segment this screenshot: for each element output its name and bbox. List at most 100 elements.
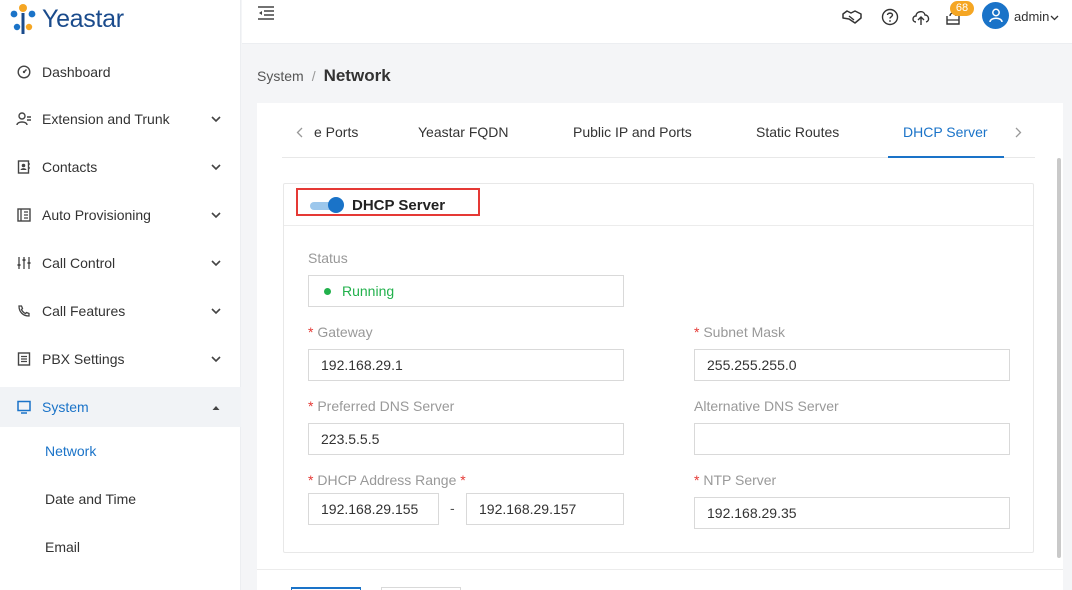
tab-yeastar-fqdn[interactable]: Yeastar FQDN — [418, 124, 509, 140]
sidebar-item-pbx-settings[interactable]: PBX Settings — [0, 339, 241, 379]
sidebar-item-label: PBX Settings — [42, 351, 125, 367]
gateway-label-text: Gateway — [317, 324, 373, 340]
sidebar-subitem-email[interactable]: Email — [0, 527, 241, 567]
sidebar-item-auto-provisioning[interactable]: Auto Provisioning — [0, 195, 241, 235]
provisioning-icon — [16, 207, 32, 223]
cloud-upload-icon[interactable] — [911, 7, 931, 27]
sidebar-item-extension-and-trunk[interactable]: Extension and Trunk — [0, 99, 241, 139]
sidebar-item-system[interactable]: System — [0, 387, 241, 427]
alternative-dns-label: Alternative DNS Server — [694, 398, 839, 414]
subnet-mask-input[interactable] — [694, 349, 1010, 381]
yeastar-logo-icon — [10, 4, 36, 34]
dhcp-address-range-label-text: DHCP Address Range — [317, 472, 457, 488]
breadcrumb-separator: / — [311, 68, 316, 84]
sidebar-item-call-control[interactable]: Call Control — [0, 243, 241, 283]
network-panel: e Ports Yeastar FQDN Public IP and Ports… — [257, 103, 1063, 590]
collapse-menu-icon[interactable] — [258, 6, 274, 20]
required-mark: * — [694, 324, 700, 340]
footer-divider — [257, 569, 1063, 570]
contacts-icon — [16, 159, 32, 175]
range-start-input[interactable] — [308, 493, 439, 525]
preferred-dns-label-text: Preferred DNS Server — [317, 398, 455, 414]
network-tabs: e Ports Yeastar FQDN Public IP and Ports… — [282, 103, 1035, 158]
chevron-down-icon — [1050, 15, 1059, 21]
subnet-mask-label-text: Subnet Mask — [703, 324, 786, 340]
required-mark: * — [308, 472, 314, 488]
sidebar-item-label: System — [42, 399, 89, 415]
pbx-settings-icon — [16, 351, 32, 367]
dhcp-server-toggle[interactable] — [310, 197, 344, 213]
sidebar-item-contacts[interactable]: Contacts — [0, 147, 241, 187]
sidebar-subitem-label: Email — [45, 539, 81, 555]
sidebar-item-label: Auto Provisioning — [42, 207, 151, 223]
ntp-server-label-text: NTP Server — [703, 472, 777, 488]
sidebar-subitem-label: Network — [45, 443, 97, 459]
chevron-down-icon — [210, 257, 222, 269]
chevron-down-icon — [210, 209, 222, 221]
required-mark: * — [460, 472, 466, 488]
chevron-down-icon — [210, 305, 222, 317]
yeastar-logo[interactable]: Yeastar — [8, 2, 124, 36]
dhcp-server-title: DHCP Server — [352, 197, 446, 214]
sidebar-subitem-date-and-time[interactable]: Date and Time — [0, 479, 241, 519]
dhcp-server-card-header: DHCP Server — [284, 184, 1033, 226]
brand-name: Yeastar — [42, 4, 124, 33]
active-tab-indicator — [888, 156, 1004, 158]
notification-badge: 68 — [950, 1, 974, 16]
scrollbar[interactable] — [1057, 158, 1061, 558]
username: admin — [1014, 9, 1050, 24]
chevron-down-icon — [210, 353, 222, 365]
preferred-dns-label: * Preferred DNS Server — [308, 398, 454, 414]
ntp-server-label: * NTP Server — [694, 472, 776, 488]
status-value: Running — [342, 283, 395, 299]
subnet-mask-label: * Subnet Mask — [694, 324, 785, 340]
sidebar-item-label: Call Control — [42, 255, 116, 271]
tab-dhcp-server[interactable]: DHCP Server — [903, 124, 988, 140]
preferred-dns-input[interactable] — [308, 423, 624, 455]
page-title: Network — [323, 66, 391, 85]
sidebar-subitem-network[interactable]: Network — [0, 431, 241, 471]
sidebar-item-call-features[interactable]: Call Features — [0, 291, 241, 331]
sidebar-item-label: Call Features — [42, 303, 126, 319]
help-icon[interactable] — [880, 7, 900, 27]
system-icon — [16, 399, 32, 415]
sidebar-item-dashboard[interactable]: Dashboard — [0, 52, 241, 92]
sidebar-item-label: Dashboard — [42, 64, 111, 80]
chevron-down-icon — [210, 161, 222, 173]
breadcrumb: System / Network — [257, 66, 391, 86]
sidebar-item-label: Extension and Trunk — [42, 111, 170, 127]
range-separator: - — [450, 500, 455, 516]
status-indicator-icon — [324, 288, 331, 295]
tab-static-routes[interactable]: Static Routes — [756, 124, 839, 140]
gateway-label: * Gateway — [308, 324, 373, 340]
sidebar-subitem-label: Date and Time — [45, 491, 137, 507]
call-features-icon — [16, 303, 32, 319]
top-header: 68 admin — [242, 0, 1072, 44]
tab-public-ip-and-ports[interactable]: Public IP and Ports — [573, 124, 692, 140]
alternative-dns-input[interactable] — [694, 423, 1010, 455]
avatar[interactable] — [982, 2, 1009, 29]
call-control-icon — [16, 255, 32, 271]
username-menu[interactable]: admin — [1014, 9, 1059, 24]
handshake-icon[interactable] — [842, 7, 862, 27]
status-field: Running — [308, 275, 624, 307]
chevron-up-icon — [210, 401, 222, 413]
tab-ports[interactable]: e Ports — [314, 124, 358, 140]
range-end-input[interactable] — [466, 493, 624, 525]
tab-scroll-right-icon[interactable] — [1013, 125, 1023, 139]
extension-icon — [16, 111, 32, 127]
dhcp-address-range-label: * DHCP Address Range * — [308, 472, 466, 488]
chevron-down-icon — [210, 113, 222, 125]
required-mark: * — [308, 324, 314, 340]
toggle-knob — [328, 197, 344, 213]
required-mark: * — [308, 398, 314, 414]
ntp-server-input[interactable] — [694, 497, 1010, 529]
dashboard-icon — [16, 64, 32, 80]
tab-scroll-left-icon[interactable] — [294, 125, 304, 139]
required-mark: * — [694, 472, 700, 488]
sidebar: Yeastar Dashboard Extension and Trunk Co… — [0, 0, 241, 590]
gateway-input[interactable] — [308, 349, 624, 381]
dhcp-server-card: DHCP Server Status Running * Gateway * S… — [283, 183, 1034, 553]
status-label: Status — [308, 250, 348, 266]
breadcrumb-parent[interactable]: System — [257, 68, 304, 84]
